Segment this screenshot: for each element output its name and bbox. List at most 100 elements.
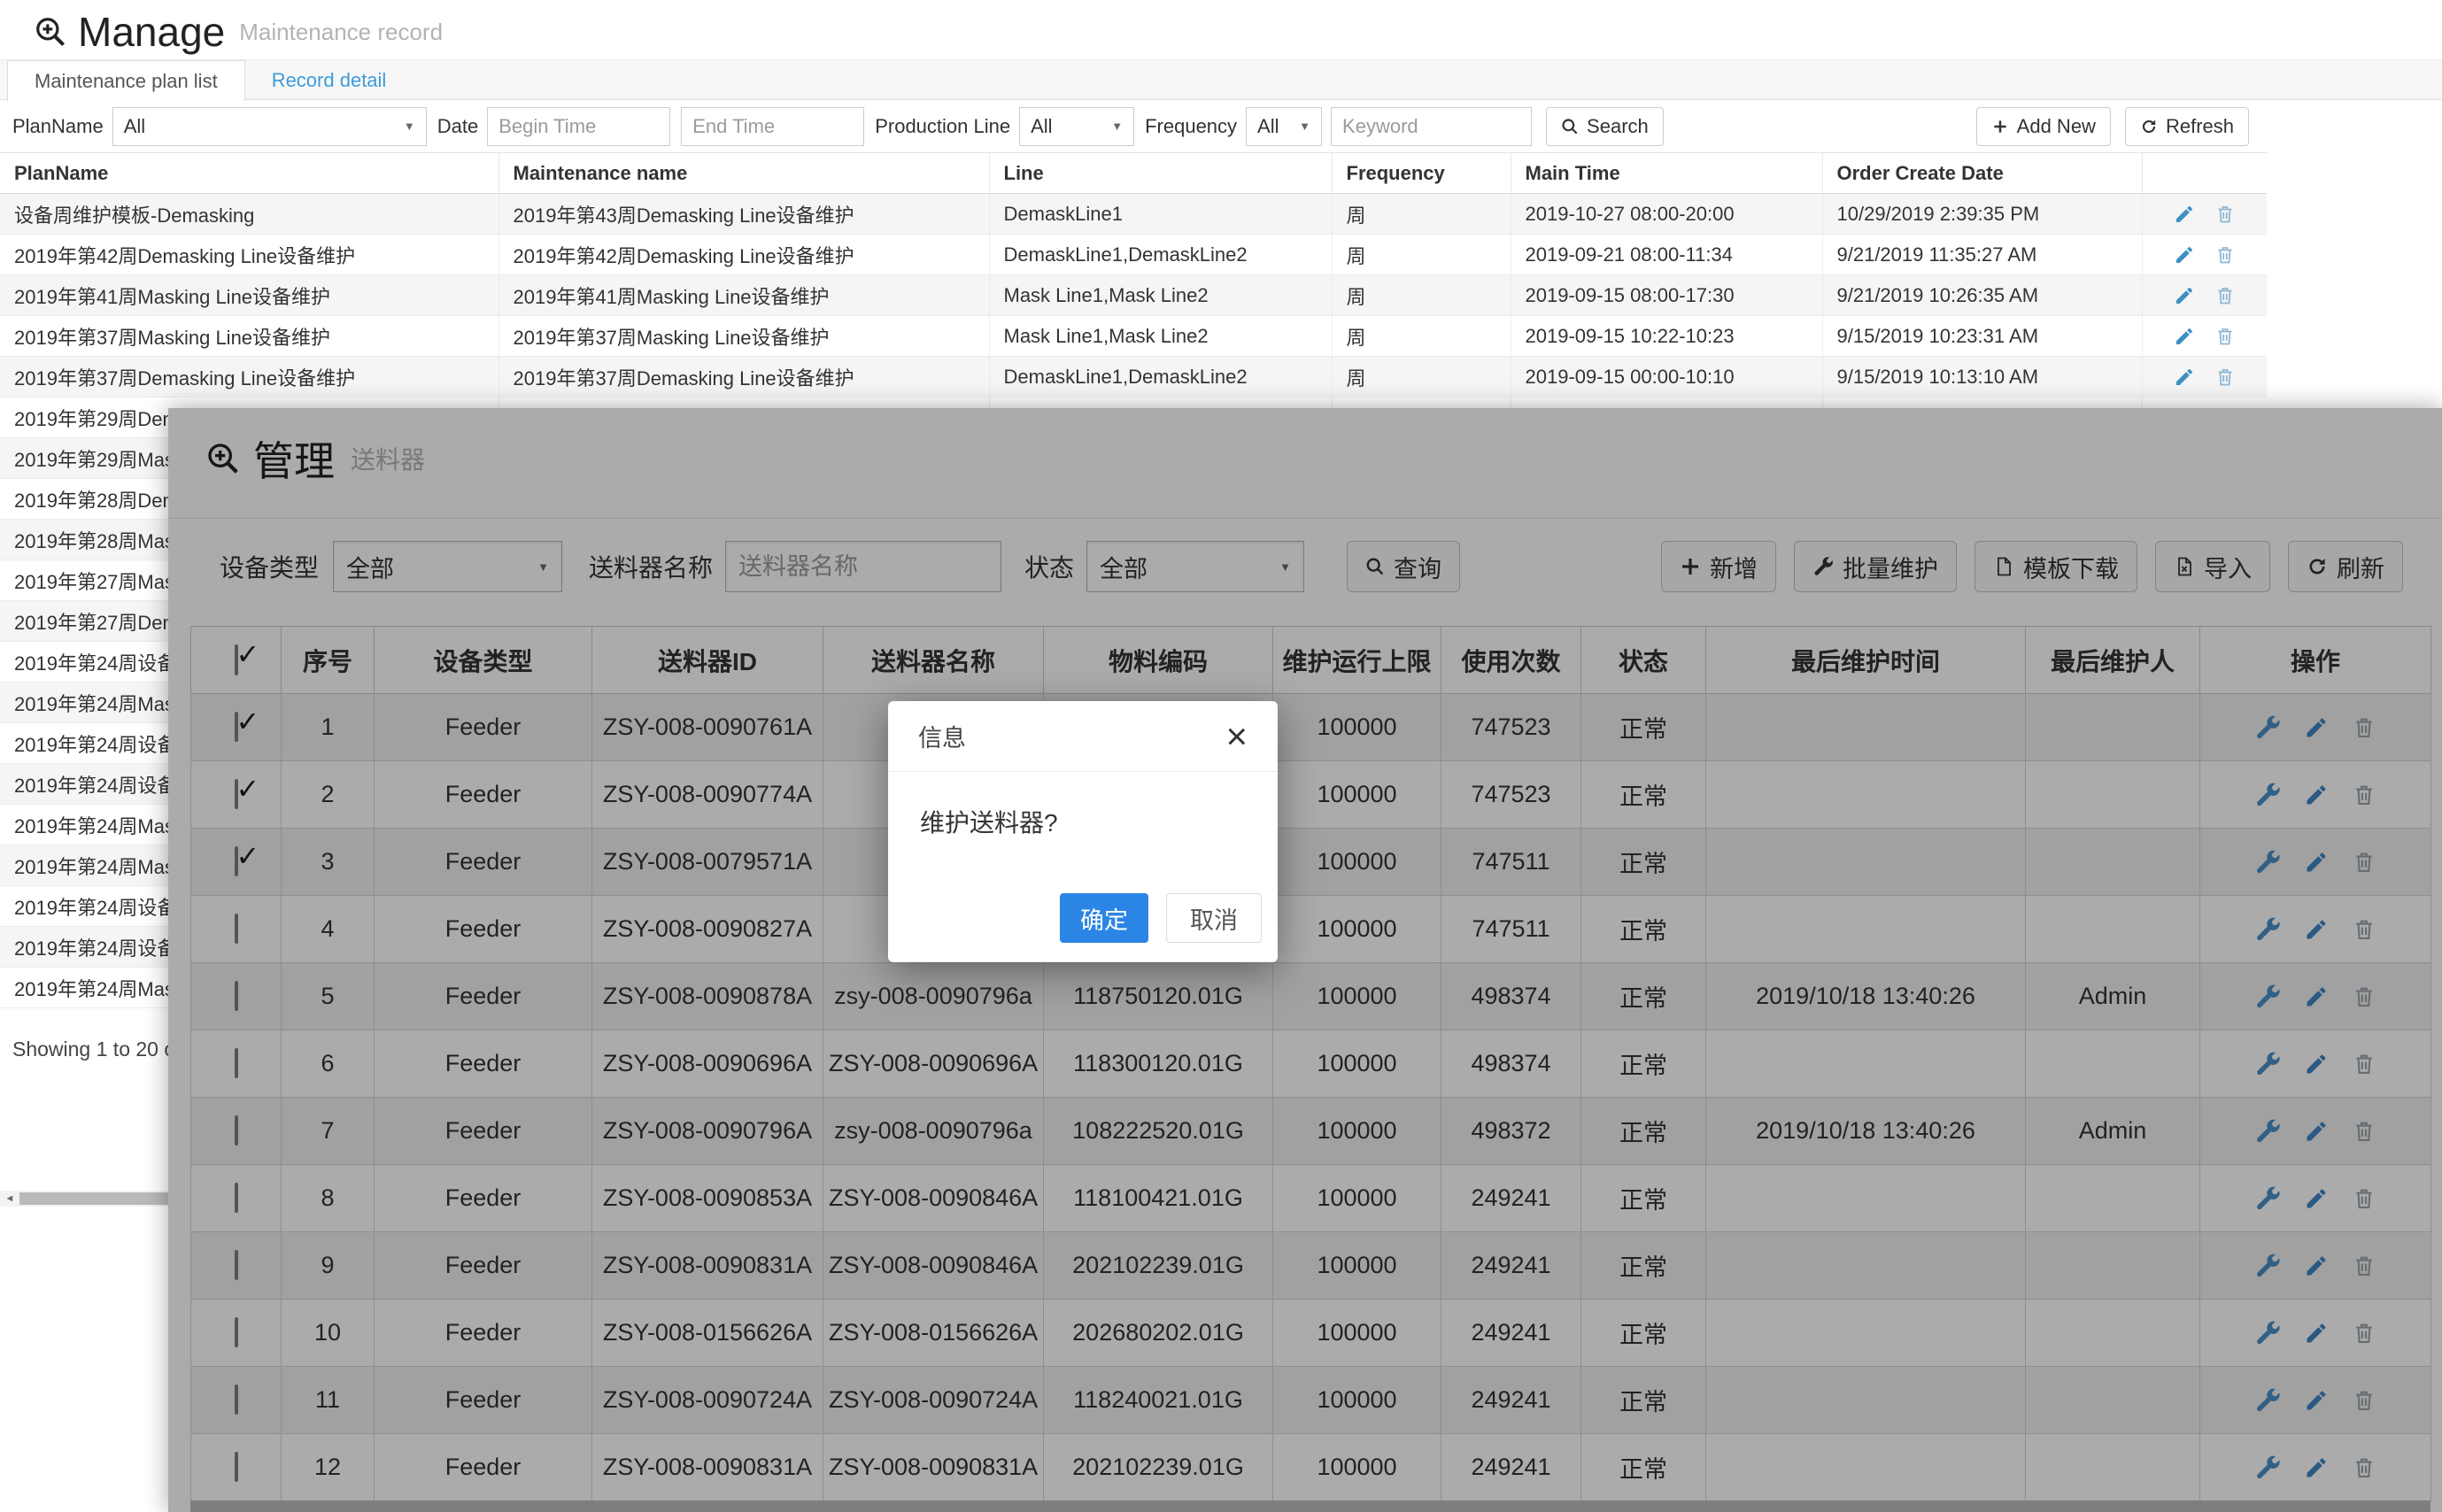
keyword-input[interactable] [1331, 107, 1532, 146]
delete-icon[interactable] [2214, 204, 2236, 225]
production-line-label: Production Line [875, 115, 1010, 138]
modal-message: 维护送料器? [888, 772, 1278, 839]
edit-icon[interactable] [2174, 326, 2195, 347]
cell-actions [2142, 194, 2267, 235]
delete-icon[interactable] [2214, 244, 2236, 266]
cell-actions [2142, 235, 2267, 275]
table-row: 2019年第41周Masking Line设备维护 2019年第41周Maski… [0, 275, 2267, 316]
col-maintenance-name: Maintenance name [498, 153, 989, 194]
col-frequency: Frequency [1332, 153, 1511, 194]
refresh-button[interactable]: Refresh [2125, 107, 2249, 146]
cell-actions [2142, 357, 2267, 397]
add-new-button[interactable]: Add New [1976, 107, 2111, 146]
production-line-select[interactable]: All ▼ [1019, 107, 1134, 146]
cell-frequency: 周 [1332, 194, 1511, 235]
table-row: 2019年第37周Demasking Line设备维护 2019年第37周Dem… [0, 357, 2267, 397]
cell-plan-name: 2019年第41周Masking Line设备维护 [0, 275, 498, 316]
page-header: Manage Maintenance record [34, 9, 443, 55]
search-icon [1561, 118, 1579, 135]
plan-name-label: PlanName [12, 115, 104, 138]
cell-plan-name: 设备周维护模板-Demasking [0, 194, 498, 235]
delete-icon[interactable] [2214, 366, 2236, 388]
cell-line: Mask Line1,Mask Line2 [989, 275, 1332, 316]
cell-order-create-date: 9/21/2019 11:35:27 AM [1822, 235, 2142, 275]
plan-name-value: All [124, 115, 145, 138]
cell-line: DemaskLine1,DemaskLine2 [989, 357, 1332, 397]
cell-plan-name: 2019年第37周Demasking Line设备维护 [0, 357, 498, 397]
scrollbar-thumb[interactable] [19, 1192, 168, 1205]
edit-icon[interactable] [2174, 244, 2195, 266]
cancel-button[interactable]: 取消 [1166, 893, 1262, 943]
edit-icon[interactable] [2174, 204, 2195, 225]
end-time-input[interactable] [681, 107, 864, 146]
chevron-down-icon: ▼ [1111, 120, 1123, 133]
cell-frequency: 周 [1332, 316, 1511, 357]
filter-bar: PlanName All ▼ Date Production Line All … [0, 100, 2442, 152]
plan-name-select[interactable]: All ▼ [112, 107, 427, 146]
chevron-down-icon: ▼ [404, 120, 415, 133]
refresh-label: Refresh [2166, 115, 2234, 138]
cell-maintenance-name: 2019年第43周Demasking Line设备维护 [498, 194, 989, 235]
refresh-icon [2140, 118, 2158, 135]
cell-line: Mask Line1,Mask Line2 [989, 316, 1332, 357]
col-order-create-date: Order Create Date [1822, 153, 2142, 194]
edit-icon[interactable] [2174, 285, 2195, 306]
modal-title: 信息 [918, 719, 966, 753]
date-label: Date [437, 115, 478, 138]
table-row: 2019年第37周Masking Line设备维护 2019年第37周Maski… [0, 316, 2267, 357]
add-new-label: Add New [2017, 115, 2096, 138]
search-button-label: Search [1587, 115, 1649, 138]
col-main-time: Main Time [1511, 153, 1822, 194]
plus-icon [1991, 118, 2009, 135]
table-row: 设备周维护模板-Demasking 2019年第43周Demasking Lin… [0, 194, 2267, 235]
cell-maintenance-name: 2019年第37周Masking Line设备维护 [498, 316, 989, 357]
cell-frequency: 周 [1332, 235, 1511, 275]
cell-order-create-date: 9/15/2019 10:23:31 AM [1822, 316, 2142, 357]
edit-icon[interactable] [2174, 366, 2195, 388]
cell-main-time: 2019-10-27 08:00-20:00 [1511, 194, 1822, 235]
info-modal: 信息 × 维护送料器? 确定 取消 [888, 701, 1278, 962]
search-button[interactable]: Search [1546, 107, 1664, 146]
tab-maintenance-plan-list[interactable]: Maintenance plan list [7, 60, 245, 102]
delete-icon[interactable] [2214, 326, 2236, 347]
page-subtitle: Maintenance record [239, 19, 443, 46]
cell-line: DemaskLine1,DemaskLine2 [989, 235, 1332, 275]
chevron-down-icon: ▼ [1299, 120, 1310, 133]
cell-maintenance-name: 2019年第41周Masking Line设备维护 [498, 275, 989, 316]
scroll-left-icon[interactable]: ◄ [0, 1193, 19, 1204]
page-title: Manage [78, 8, 225, 56]
delete-icon[interactable] [2214, 285, 2236, 306]
cell-main-time: 2019-09-21 08:00-11:34 [1511, 235, 1822, 275]
tab-bar: Maintenance plan listRecord detail [0, 59, 2442, 100]
frequency-label: Frequency [1145, 115, 1237, 138]
cell-actions [2142, 275, 2267, 316]
cell-line: DemaskLine1 [989, 194, 1332, 235]
cell-order-create-date: 10/29/2019 2:39:35 PM [1822, 194, 2142, 235]
col-plan-name: PlanName [0, 153, 498, 194]
cell-main-time: 2019-09-15 00:00-10:10 [1511, 357, 1822, 397]
cell-maintenance-name: 2019年第42周Demasking Line设备维护 [498, 235, 989, 275]
modal-header: 信息 × [888, 701, 1278, 772]
tab-record-detail[interactable]: Record detail [245, 60, 413, 100]
screen: Manage Maintenance record Maintenance pl… [0, 0, 2442, 1512]
close-icon[interactable]: × [1225, 718, 1248, 755]
col-line: Line [989, 153, 1332, 194]
cell-order-create-date: 9/21/2019 10:26:35 AM [1822, 275, 2142, 316]
frequency-value: All [1257, 115, 1279, 138]
cell-main-time: 2019-09-15 08:00-17:30 [1511, 275, 1822, 316]
cell-plan-name: 2019年第42周Demasking Line设备维护 [0, 235, 498, 275]
cell-frequency: 周 [1332, 275, 1511, 316]
feeder-manage-window: 管理 送料器 设备类型 全部 ▼ 送料器名称 状态 全部 ▼ 查询 [168, 408, 2442, 1512]
frequency-select[interactable]: All ▼ [1246, 107, 1322, 146]
cell-frequency: 周 [1332, 357, 1511, 397]
cell-plan-name: 2019年第37周Masking Line设备维护 [0, 316, 498, 357]
modal-backdrop [168, 408, 2442, 1512]
col-actions [2142, 153, 2267, 194]
begin-time-input[interactable] [487, 107, 670, 146]
confirm-button[interactable]: 确定 [1060, 893, 1148, 943]
table-row: 2019年第42周Demasking Line设备维护 2019年第42周Dem… [0, 235, 2267, 275]
production-line-value: All [1031, 115, 1052, 138]
horizontal-scrollbar[interactable]: ◄ [0, 1191, 168, 1207]
cell-maintenance-name: 2019年第37周Demasking Line设备维护 [498, 357, 989, 397]
table-header-row: PlanName Maintenance name Line Frequency… [0, 153, 2267, 194]
